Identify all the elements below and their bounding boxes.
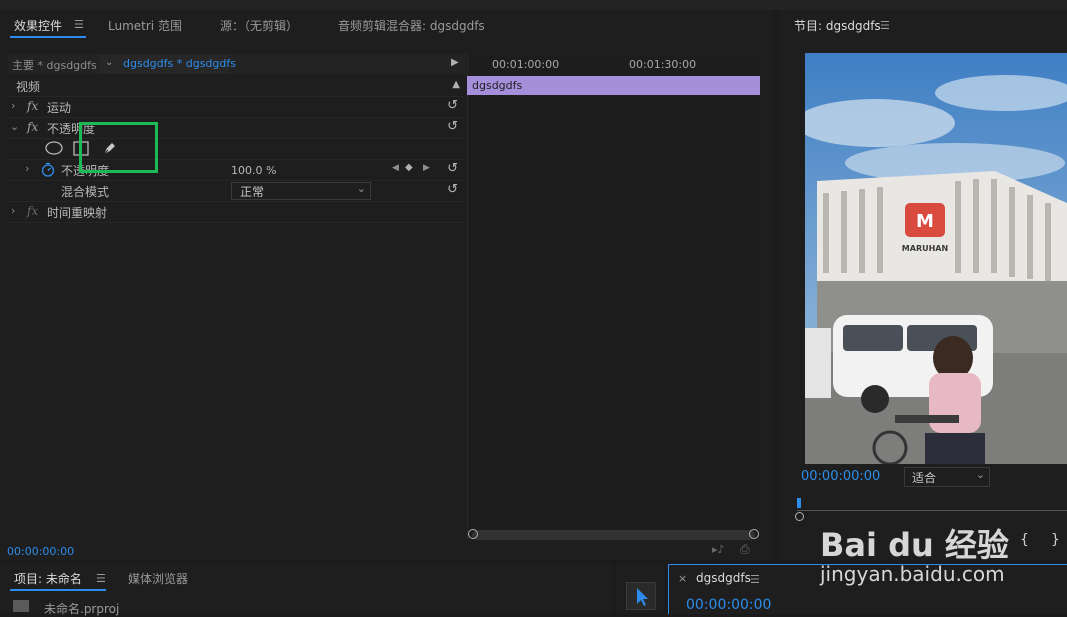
- section-video-label: 视频: [16, 80, 41, 94]
- fx-icon: fx: [27, 204, 39, 218]
- effect-row-motion[interactable]: › fx 运动 ↺: [8, 96, 466, 118]
- reset-icon[interactable]: ↺: [447, 119, 458, 134]
- panel-menu-icon[interactable]: ☰: [750, 573, 760, 586]
- filter-audio-icon[interactable]: ▸♪: [712, 543, 725, 556]
- active-tab-underline: [10, 589, 106, 591]
- mini-timeline-scrollbar[interactable]: [472, 530, 755, 540]
- ellipse-mask-icon[interactable]: [45, 141, 63, 155]
- effect-row-time-remap[interactable]: › fx 时间重映射: [8, 201, 466, 223]
- program-video-frame[interactable]: M MARUHAN: [805, 53, 1067, 464]
- baidu-watermark: Bai du 经验 jingyan.baidu.com: [816, 520, 1026, 590]
- panel-menu-icon[interactable]: ☰: [96, 572, 106, 585]
- fit-select[interactable]: 适合 ⌄: [904, 467, 990, 487]
- fx-icon[interactable]: fx: [27, 120, 38, 134]
- mark-out-icon[interactable]: }: [1051, 532, 1060, 548]
- collapse-up-icon[interactable]: ▲: [452, 79, 460, 90]
- chevron-right-icon[interactable]: ›: [11, 204, 15, 217]
- master-clip-label[interactable]: 主要 * dgsdgdfs: [12, 57, 97, 73]
- chevron-down-icon: ⌄: [356, 182, 366, 195]
- ruler-label: 00:01:00:00: [492, 58, 560, 71]
- mask-tools-row: [8, 138, 466, 160]
- tab-media-browser[interactable]: 媒体浏览器: [128, 570, 188, 587]
- selection-tool-button[interactable]: [626, 582, 656, 610]
- next-keyframe-icon[interactable]: ▶: [423, 163, 430, 173]
- active-tab-underline: [10, 36, 86, 38]
- svg-text:M: M: [916, 211, 934, 232]
- export-frame-icon[interactable]: ⎙: [740, 542, 750, 557]
- time-remap-label: 时间重映射: [47, 206, 108, 220]
- scrub-handle[interactable]: [795, 512, 804, 521]
- param-row-blend-mode: 混合模式 正常 ⌄ ↺: [8, 180, 466, 202]
- program-title[interactable]: 节目: dgsdgdfs: [794, 17, 881, 34]
- blend-mode-label: 混合模式: [61, 185, 110, 199]
- scroll-handle-right[interactable]: [749, 529, 759, 539]
- chevron-down-icon: ⌄: [975, 468, 985, 481]
- project-file-name[interactable]: 未命名.prproj: [44, 600, 119, 617]
- mini-timeline-area: [467, 54, 761, 539]
- video-frame-image: M MARUHAN: [805, 53, 1067, 464]
- reset-icon[interactable]: ↺: [447, 161, 458, 176]
- top-strip: [0, 0, 1067, 10]
- reset-icon[interactable]: ↺: [447, 182, 458, 197]
- chevron-right-icon[interactable]: ›: [11, 99, 15, 112]
- scrub-track: [797, 510, 1067, 511]
- timeline-timecode[interactable]: 00:00:00:00: [686, 597, 771, 613]
- param-row-opacity[interactable]: › 不透明度 100.0 % ◀ ◆ ▶ ↺: [8, 159, 466, 181]
- ruler-label: 00:01:30:00: [629, 58, 697, 71]
- blend-mode-value: 正常: [240, 185, 265, 199]
- opacity-value[interactable]: 100.0 %: [231, 164, 276, 177]
- close-icon[interactable]: ×: [678, 572, 687, 585]
- chevron-right-icon[interactable]: ›: [25, 162, 29, 175]
- play-triangle-icon[interactable]: ▶: [451, 57, 459, 68]
- tab-project[interactable]: 项目: 未命名: [14, 570, 82, 587]
- blend-mode-select[interactable]: 正常 ⌄: [231, 182, 371, 200]
- fx-icon[interactable]: fx: [27, 99, 38, 113]
- chevron-down-icon[interactable]: ⌄: [105, 57, 113, 68]
- chevron-down-icon[interactable]: ⌄: [10, 120, 19, 133]
- playhead-marker[interactable]: [797, 498, 801, 508]
- fit-value: 适合: [912, 471, 937, 485]
- tab-sequence[interactable]: dgsdgdfs: [696, 571, 751, 585]
- highlight-box: [79, 122, 158, 173]
- program-timecode[interactable]: 00:00:00:00: [801, 469, 880, 484]
- panel-menu-icon[interactable]: ☰: [880, 19, 890, 32]
- selection-arrow-icon: [637, 588, 648, 606]
- tab-effect-controls[interactable]: 效果控件: [14, 17, 62, 34]
- effect-controls-timecode[interactable]: 00:00:00:00: [7, 545, 74, 558]
- scroll-handle-left[interactable]: [468, 529, 478, 539]
- add-keyframe-icon[interactable]: ◆: [405, 162, 413, 173]
- tab-source[interactable]: 源：（无剪辑）: [220, 17, 298, 34]
- panel-menu-icon[interactable]: ☰: [74, 18, 84, 31]
- effect-row-opacity[interactable]: ⌄ fx 不透明度 ↺: [8, 117, 466, 139]
- sequence-clip-label[interactable]: dgsdgdfs * dgsdgdfs: [123, 57, 236, 70]
- motion-label: 运动: [47, 101, 72, 115]
- tab-audio-clip-mixer[interactable]: 音频剪辑混合器: dgsdgdfs: [338, 17, 485, 34]
- store-sign: MARUHAN: [902, 244, 948, 253]
- reset-icon[interactable]: ↺: [447, 98, 458, 113]
- watermark-url: jingyan.baidu.com: [820, 562, 1005, 586]
- stopwatch-icon[interactable]: [41, 162, 55, 177]
- watermark-logo: Bai du 经验: [820, 526, 1009, 564]
- clip-bar[interactable]: dgsdgdfs: [467, 76, 760, 95]
- program-scrubber[interactable]: [795, 498, 1067, 521]
- tab-lumetri-scopes[interactable]: Lumetri 范围: [108, 17, 182, 34]
- prev-keyframe-icon[interactable]: ◀: [392, 163, 399, 173]
- section-video-row: 视频 ▲: [8, 75, 466, 97]
- clip-bar-label: dgsdgdfs: [472, 79, 523, 92]
- folder-icon: [13, 600, 29, 612]
